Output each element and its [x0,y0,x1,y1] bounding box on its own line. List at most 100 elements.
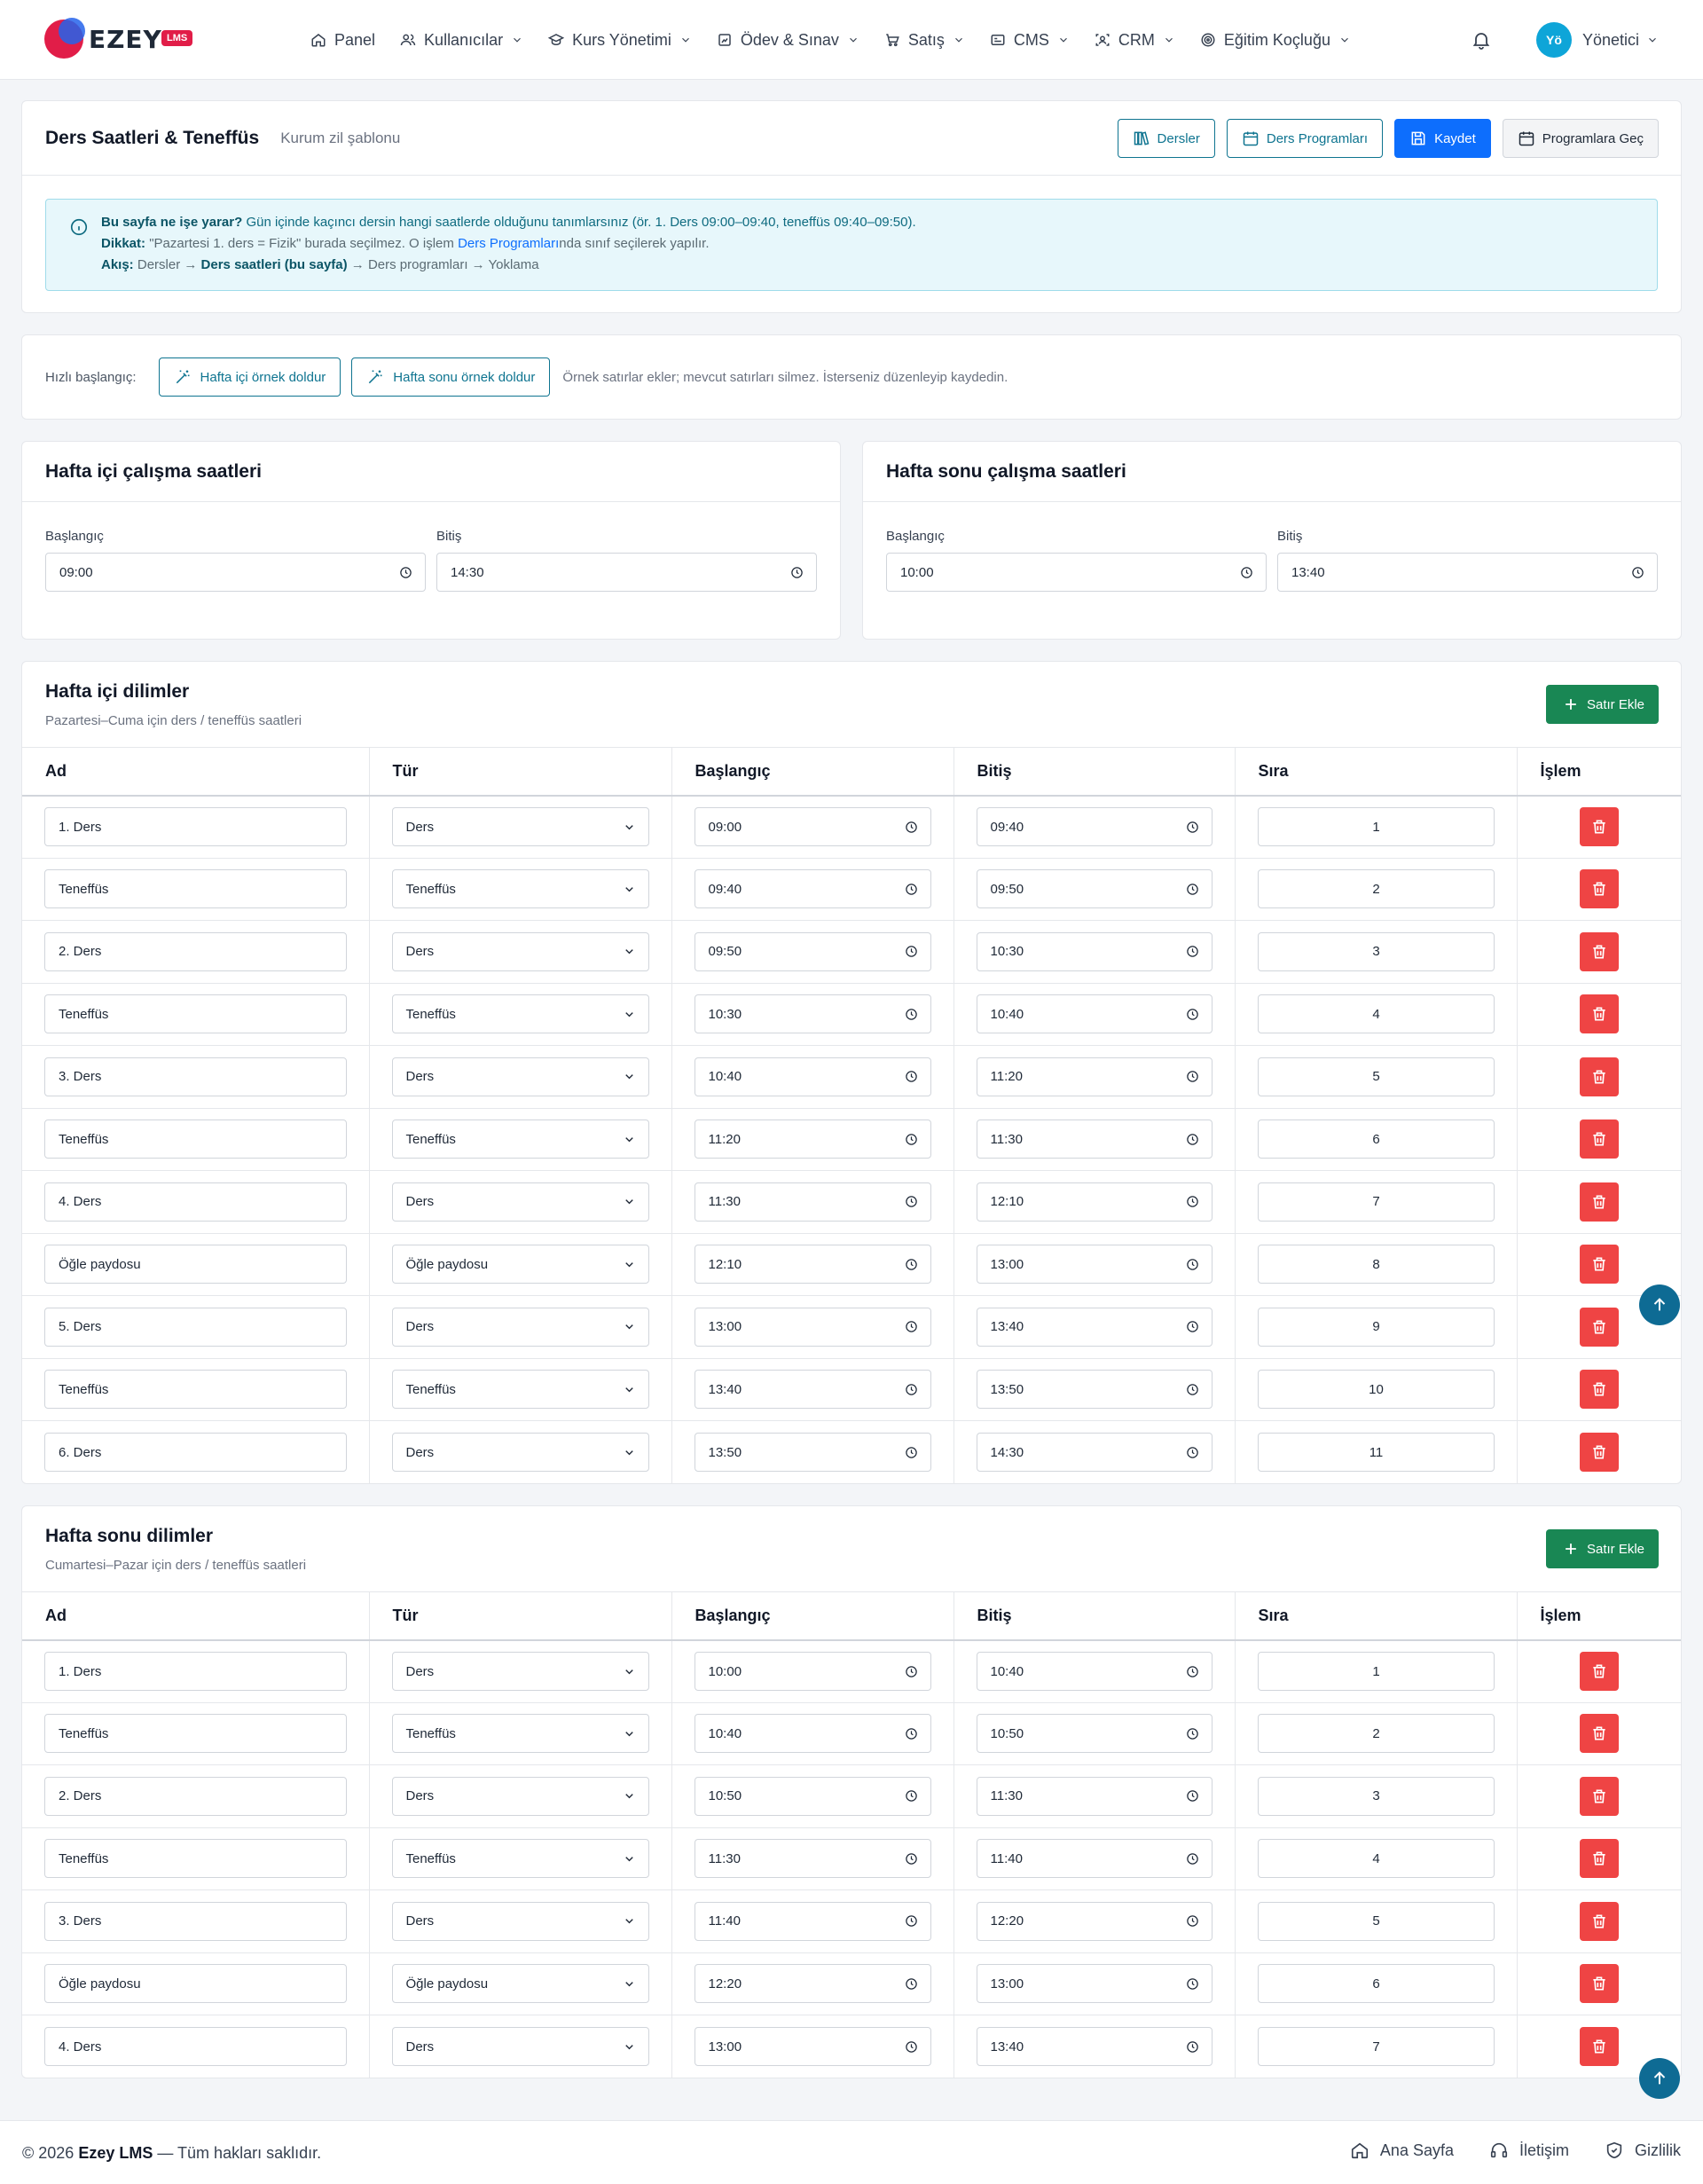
delete-row-button[interactable] [1579,1245,1619,1284]
scroll-to-top-button[interactable] [1639,1284,1680,1325]
slice-start-time-input[interactable]: 13:40 [694,1370,931,1410]
slice-order-input[interactable]: 4 [1257,1839,1495,1879]
slice-order-input[interactable]: 9 [1257,1307,1495,1347]
slice-end-time-input[interactable]: 14:30 [976,1433,1213,1472]
brand-logo[interactable]: EZEY LMS [44,18,204,60]
slice-name-input[interactable]: 3. Ders [44,1057,347,1096]
slice-end-time-input[interactable]: 11:40 [976,1839,1213,1879]
slice-name-input[interactable]: 3. Ders [44,1901,347,1941]
slice-end-time-input[interactable]: 13:50 [976,1370,1213,1410]
slice-start-time-input[interactable]: 11:40 [694,1901,931,1941]
slice-start-time-input[interactable]: 11:30 [694,1839,931,1879]
slice-end-time-input[interactable]: 12:10 [976,1182,1213,1222]
slice-name-input[interactable]: Teneffüs [44,1370,347,1410]
schedules-link[interactable]: Ders Programları [458,236,559,251]
nav-item-sales[interactable]: Satış [884,31,965,50]
slice-type-select[interactable]: Ders [391,1776,649,1816]
schedules-button[interactable]: Ders Programları [1226,119,1384,158]
slice-order-input[interactable]: 5 [1257,1901,1495,1941]
weekend-end-time-input[interactable]: 13:40 [1277,553,1658,592]
delete-row-button[interactable] [1579,869,1619,909]
slice-end-time-input[interactable]: 11:30 [976,1776,1213,1816]
footer-link-home[interactable]: Ana Sayfa [1350,2141,1454,2160]
slice-type-select[interactable]: Ders [391,931,649,971]
slice-start-time-input[interactable]: 10:40 [694,1057,931,1096]
slice-type-select[interactable]: Teneffüs [391,869,649,909]
slice-type-select[interactable]: Teneffüs [391,994,649,1034]
delete-row-button[interactable] [1579,1370,1619,1410]
delete-row-button[interactable] [1579,1433,1619,1472]
slice-start-time-input[interactable]: 10:30 [694,994,931,1034]
slice-type-select[interactable]: Teneffüs [391,1370,649,1410]
delete-row-button[interactable] [1579,1901,1619,1941]
weekday-start-time-input[interactable]: 09:00 [45,553,426,592]
nav-item-course-management[interactable]: Kurs Yönetimi [548,31,692,50]
slice-end-time-input[interactable]: 13:40 [976,1307,1213,1347]
delete-row-button[interactable] [1579,1119,1619,1159]
slice-end-time-input[interactable]: 10:40 [976,1652,1213,1691]
slice-order-input[interactable]: 7 [1257,1182,1495,1222]
slice-type-select[interactable]: Ders [391,1182,649,1222]
delete-row-button[interactable] [1579,807,1619,846]
scroll-to-top-button[interactable] [1639,2058,1680,2099]
slice-name-input[interactable]: Öğle paydosu [44,1964,347,2004]
slice-end-time-input[interactable]: 13:40 [976,2027,1213,2066]
add-weekend-row-button[interactable]: Satır Ekle [1545,1529,1659,1568]
slice-type-select[interactable]: Ders [391,1057,649,1096]
slice-name-input[interactable]: 2. Ders [44,1776,347,1816]
slice-order-input[interactable]: 1 [1257,807,1495,846]
slice-type-select[interactable]: Teneffüs [391,1119,649,1159]
slice-start-time-input[interactable]: 09:50 [694,931,931,971]
slice-type-select[interactable]: Ders [391,1433,649,1472]
slice-type-select[interactable]: Teneffüs [391,1714,649,1754]
slice-start-time-input[interactable]: 13:50 [694,1433,931,1472]
slice-end-time-input[interactable]: 11:30 [976,1119,1213,1159]
slice-order-input[interactable]: 10 [1257,1370,1495,1410]
fill-weekend-sample-button[interactable]: Hafta sonu örnek doldur [351,357,551,397]
slice-name-input[interactable]: 5. Ders [44,1307,347,1347]
slice-end-time-input[interactable]: 13:00 [976,1964,1213,2004]
slice-end-time-input[interactable]: 09:50 [976,869,1213,909]
slice-start-time-input[interactable]: 12:20 [694,1964,931,2004]
slice-start-time-input[interactable]: 09:40 [694,869,931,909]
slice-start-time-input[interactable]: 12:10 [694,1245,931,1284]
user-menu-label[interactable]: Yönetici [1582,31,1639,50]
slice-order-input[interactable]: 6 [1257,1119,1495,1159]
slice-name-input[interactable]: Teneffüs [44,1119,347,1159]
delete-row-button[interactable] [1579,1776,1619,1816]
slice-type-select[interactable]: Teneffüs [391,1839,649,1879]
chevron-down-icon[interactable] [1646,34,1659,46]
slice-type-select[interactable]: Öğle paydosu [391,1245,649,1284]
slice-start-time-input[interactable]: 11:30 [694,1182,931,1222]
slice-name-input[interactable]: 1. Ders [44,807,347,846]
slice-name-input[interactable]: Öğle paydosu [44,1245,347,1284]
slice-start-time-input[interactable]: 13:00 [694,1307,931,1347]
slice-end-time-input[interactable]: 09:40 [976,807,1213,846]
go-to-programs-button[interactable]: Programlara Geç [1502,119,1659,158]
delete-row-button[interactable] [1579,2027,1619,2066]
slice-end-time-input[interactable]: 10:50 [976,1714,1213,1754]
slice-order-input[interactable]: 2 [1257,1714,1495,1754]
nav-item-coaching[interactable]: Eğitim Koçluğu [1200,31,1351,50]
footer-link-contact[interactable]: İletişim [1489,2141,1569,2160]
bell-icon[interactable] [1471,29,1492,51]
slice-name-input[interactable]: Teneffüs [44,1714,347,1754]
slice-name-input[interactable]: Teneffüs [44,994,347,1034]
slice-start-time-input[interactable]: 10:40 [694,1714,931,1754]
slice-order-input[interactable]: 5 [1257,1057,1495,1096]
nav-item-users[interactable]: Kullanıcılar [400,31,523,50]
add-weekday-row-button[interactable]: Satır Ekle [1545,685,1659,724]
nav-item-cms[interactable]: CMS [990,31,1070,50]
slice-end-time-input[interactable]: 10:30 [976,931,1213,971]
slice-order-input[interactable]: 7 [1257,2027,1495,2066]
slice-type-select[interactable]: Ders [391,2027,649,2066]
slice-name-input[interactable]: 4. Ders [44,1182,347,1222]
delete-row-button[interactable] [1579,994,1619,1034]
slice-name-input[interactable]: 2. Ders [44,931,347,971]
courses-button[interactable]: Dersler [1117,119,1215,158]
slice-name-input[interactable]: Teneffüs [44,869,347,909]
slice-end-time-input[interactable]: 13:00 [976,1245,1213,1284]
slice-order-input[interactable]: 3 [1257,931,1495,971]
slice-type-select[interactable]: Ders [391,807,649,846]
delete-row-button[interactable] [1579,1964,1619,2004]
